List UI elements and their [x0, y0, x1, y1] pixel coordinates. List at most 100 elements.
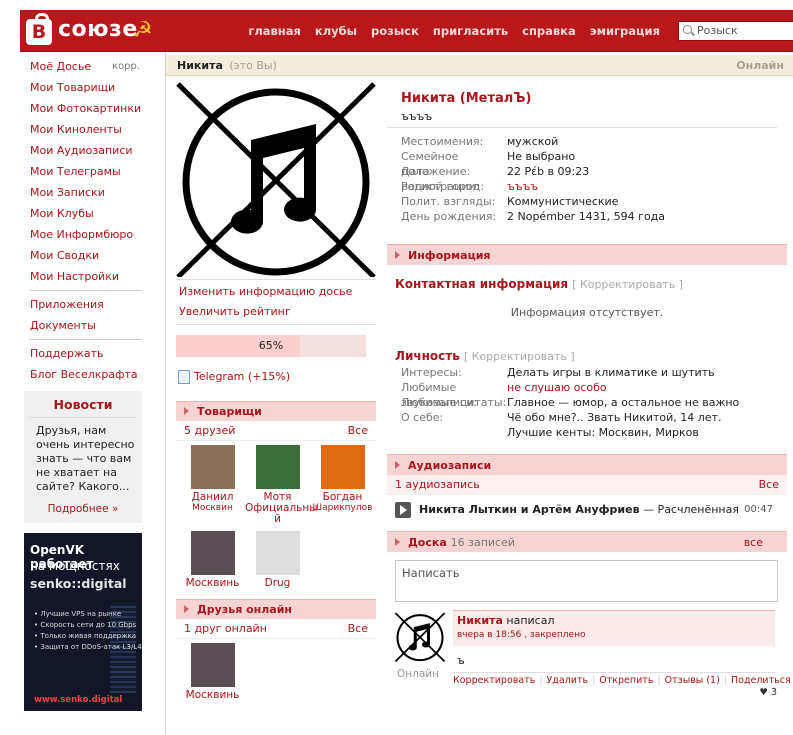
audio-all-link[interactable]: Все	[759, 475, 779, 495]
profile-status[interactable]: ъъъъ	[387, 110, 777, 128]
post-author-avatar[interactable]	[394, 612, 446, 662]
online-friends-count[interactable]: 1 друг онлайн	[184, 622, 267, 635]
contact-edit-link[interactable]: [ Корректировать ]	[572, 278, 683, 291]
wall-section-header[interactable]: Доска 16 записей все	[387, 531, 787, 552]
header-bar: В союзе ☭ главная клубы розыск пригласит…	[20, 10, 793, 52]
post-delete-link[interactable]: Удалить	[547, 675, 589, 686]
menu-my-notes[interactable]: Мои Записки	[24, 182, 142, 203]
personal-fields: Интересы: Делать игры в климатике и шутит…	[387, 365, 787, 440]
friends-section-header[interactable]: Товарищи	[176, 401, 376, 421]
friend-card[interactable]: Мотя Официальны й	[245, 445, 318, 525]
top-strip	[0, 0, 793, 10]
friend-name[interactable]: Даниил	[180, 492, 245, 503]
friend-card[interactable]: Богдан Шарикпулов	[310, 445, 375, 525]
friends-all-link[interactable]: Все	[348, 421, 368, 441]
friend-avatar[interactable]	[190, 531, 235, 575]
friend-avatar[interactable]	[255, 531, 300, 575]
menu-support[interactable]: Поддержать	[24, 343, 142, 364]
friend-name[interactable]: Москвинь	[180, 578, 245, 589]
audio-track[interactable]: Никита Лыткин и Артём Ануфриев — Расчлен…	[387, 495, 787, 525]
online-friends-all-link[interactable]: Все	[348, 619, 368, 639]
friend-avatar[interactable]	[320, 445, 365, 489]
audio-section-header[interactable]: Аудиозаписи	[387, 454, 787, 475]
info-key: Полит. взгляды:	[401, 195, 496, 208]
info-row: Интересы: Делать игры в климатике и шутит…	[387, 365, 787, 380]
personal-title: Личность	[395, 349, 460, 363]
post-author[interactable]: Никита	[457, 614, 503, 627]
menu-my-messages[interactable]: Мои Телеграмы	[24, 161, 142, 182]
menu-edit-short[interactable]: корр.	[112, 56, 140, 77]
menu-my-dossier[interactable]: Моё Досье корр.	[24, 56, 142, 77]
ad-site: www.senko.digital	[34, 695, 123, 705]
menu-documents[interactable]: Документы	[24, 315, 142, 336]
post-share-link[interactable]: Поделиться (1)	[731, 675, 793, 686]
friend-name[interactable]: Drug	[245, 578, 310, 589]
friends-count[interactable]: 5 друзей	[184, 424, 235, 437]
friend-avatar[interactable]	[190, 445, 235, 489]
telegram-link[interactable]: Telegram (+15%)	[176, 369, 376, 385]
nav-emigration[interactable]: эмиграция	[590, 24, 660, 38]
nav-search[interactable]: розыск	[371, 24, 419, 38]
search-placeholder: Розыск	[697, 24, 738, 37]
wall-post-input[interactable]: Написать	[395, 560, 778, 602]
info-row: Родной город: ъъъъ	[387, 179, 787, 194]
personal-edit-link[interactable]: [ Корректировать ]	[464, 350, 575, 363]
menu-my-audio[interactable]: Мои Аудиозаписи	[24, 140, 142, 161]
online-friends-title: Друзья онлайн	[197, 603, 293, 616]
friend-avatar[interactable]	[255, 445, 300, 489]
audio-count[interactable]: 1 аудиозапись	[395, 478, 480, 491]
info-row: Лучшие кенты: Москвин, Мирков	[387, 425, 787, 440]
friends-subheader: 5 друзей Все	[176, 421, 376, 441]
friend-card[interactable]: Drug	[245, 531, 310, 589]
post-edit-link[interactable]: Корректировать	[453, 675, 535, 686]
post-timestamp[interactable]: вчера в 18:56 , закреплено	[457, 630, 771, 640]
divider	[176, 279, 376, 280]
nav-clubs[interactable]: клубы	[315, 24, 357, 38]
friend-card[interactable]: Москвинь	[180, 531, 245, 589]
news-more-link[interactable]: Подробнее »	[30, 503, 136, 515]
friend-card[interactable]: Москвинь	[180, 643, 245, 701]
info-section-header[interactable]: Информация	[387, 244, 787, 265]
friend-avatar[interactable]	[190, 643, 235, 687]
nav-home[interactable]: главная	[248, 24, 301, 38]
ad-bullet: Скорость сети до 10 Gbps	[34, 620, 142, 631]
nav-invite[interactable]: пригласить	[433, 24, 508, 38]
friend-surname[interactable]: Москвин	[180, 503, 245, 513]
page-title-name: Никита	[177, 59, 223, 72]
ad-banner[interactable]: OpenVK работает на мощностях senko::digi…	[24, 533, 142, 711]
nav-help[interactable]: справка	[522, 24, 576, 38]
ad-bullets: Лучшие VPS на рынке Скорость сети до 10 …	[34, 609, 142, 653]
site-logo[interactable]: В союзе ☭	[26, 13, 176, 46]
search-input[interactable]: Розыск	[678, 21, 793, 41]
info-value[interactable]: не слушаю особо	[507, 380, 607, 395]
menu-apps[interactable]: Приложения	[24, 294, 142, 315]
info-value[interactable]: ъъъъ	[507, 179, 538, 194]
menu-my-photos[interactable]: Мои Фотокартинки	[24, 98, 142, 119]
wall-all-link[interactable]: все	[744, 532, 763, 553]
post-unpin-link[interactable]: Открепить	[599, 675, 653, 686]
menu-my-clubs[interactable]: Мои Клубы	[24, 203, 142, 224]
post-like-button[interactable]: ♥ 3	[759, 687, 777, 698]
friend-card[interactable]: Даниил Москвин	[180, 445, 245, 525]
online-friends-grid: Москвинь	[176, 639, 376, 707]
contact-info-title: Контактная информация	[395, 277, 569, 291]
menu-blog[interactable]: Блог Веселкрафта	[24, 364, 142, 385]
increase-rating-link[interactable]: Увеличить рейтинг	[176, 302, 376, 322]
menu-my-friends[interactable]: Мои Товарищи	[24, 77, 142, 98]
edit-dossier-link[interactable]: Изменить информацию досье	[176, 282, 376, 302]
play-icon[interactable]	[395, 502, 411, 518]
friend-name[interactable]: Мотя Официальны й	[245, 492, 318, 525]
post-comments-link[interactable]: Отзывы (1)	[665, 675, 720, 686]
friend-name[interactable]: Москвинь	[180, 690, 245, 701]
post-header: Никита написал вчера в 18:56 , закреплен…	[453, 610, 775, 646]
friend-name[interactable]: Богдан	[310, 492, 375, 503]
online-friends-section-header[interactable]: Друзья онлайн	[176, 599, 376, 619]
menu-my-settings[interactable]: Мои Настройки	[24, 266, 142, 287]
menu-my-feed[interactable]: Мои Сводки	[24, 245, 142, 266]
menu-my-videos[interactable]: Мои Киноленты	[24, 119, 142, 140]
friend-surname[interactable]: Шарикпулов	[310, 503, 375, 513]
menu-my-news[interactable]: Мое Информбюро	[24, 224, 142, 245]
no-music-icon	[176, 82, 376, 279]
friends-grid: Даниил Москвин Мотя Официальны й Богдан Шари…	[176, 441, 376, 595]
profile-avatar[interactable]	[176, 82, 376, 279]
